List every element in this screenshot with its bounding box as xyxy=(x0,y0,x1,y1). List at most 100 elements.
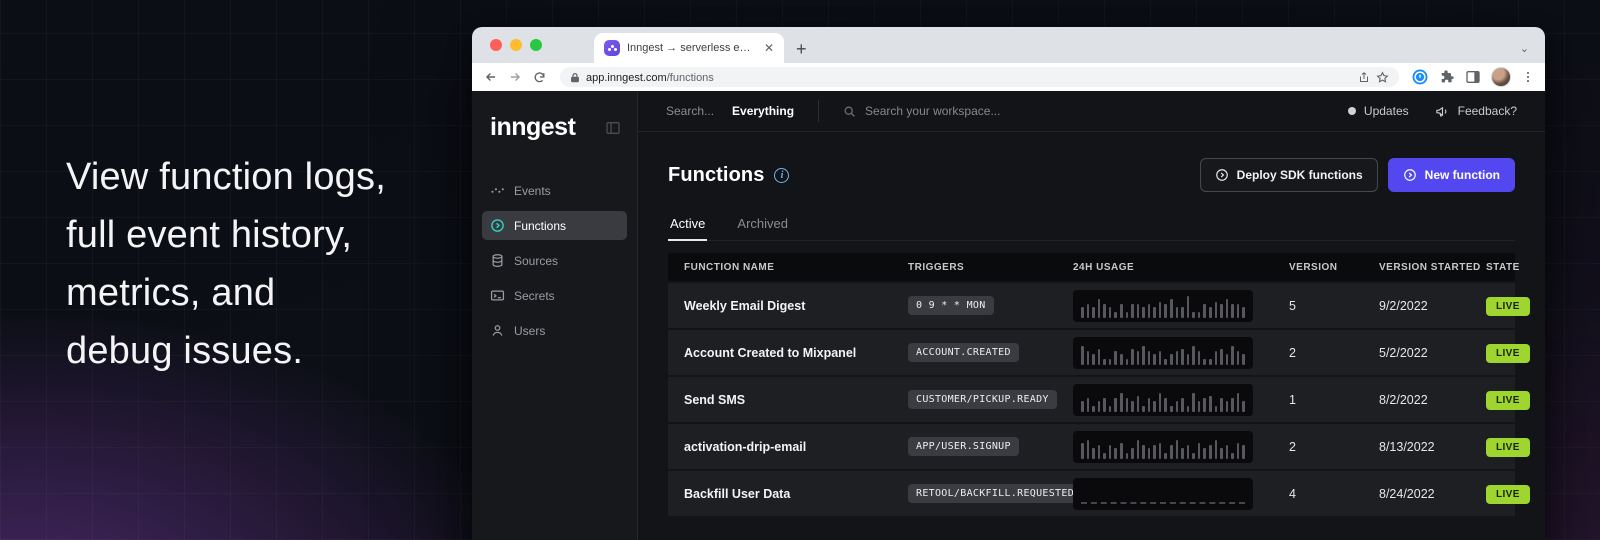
kebab-menu-icon[interactable] xyxy=(1521,70,1535,84)
state-badge: LIVE xyxy=(1486,344,1530,363)
function-name: activation-drip-email xyxy=(684,440,908,454)
version-started-date: 9/2/2022 xyxy=(1379,299,1486,313)
column-header: 24H USAGE xyxy=(1073,262,1289,273)
sidebar-item-secrets[interactable]: Secrets xyxy=(482,281,627,310)
lock-icon xyxy=(570,72,580,83)
column-header: FUNCTION NAME xyxy=(684,262,908,273)
bookmark-star-icon[interactable] xyxy=(1376,71,1389,84)
hero-line: full event history, xyxy=(66,206,386,264)
inngest-app: inngest Events Functions Sources Secrets Use… xyxy=(472,91,1545,540)
table-row[interactable]: Weekly Email Digest 0 9 * * MON 5 9/2/20… xyxy=(668,283,1515,328)
functions-table: FUNCTION NAMETRIGGERS24H USAGEVERSIONVER… xyxy=(668,253,1515,516)
function-name: Send SMS xyxy=(684,393,908,407)
topbar-divider xyxy=(818,100,819,122)
deploy-button-label: Deploy SDK functions xyxy=(1237,168,1363,182)
toolbar-extensions xyxy=(1411,67,1535,87)
circle-play-icon xyxy=(1403,168,1417,182)
state-badge: LIVE xyxy=(1486,485,1530,504)
updates-button[interactable]: Updates xyxy=(1348,104,1409,118)
updates-label: Updates xyxy=(1364,104,1409,118)
minimize-window-button[interactable] xyxy=(510,39,522,51)
column-header: STATE xyxy=(1486,262,1520,273)
usage-sparkline xyxy=(1073,384,1253,416)
trigger-badge: APP/USER.SIGNUP xyxy=(908,437,1019,456)
secrets-icon xyxy=(490,288,505,303)
browser-window: Inngest → serverless event-dri ✕ + ⌄ app… xyxy=(472,27,1545,540)
table-header-row: FUNCTION NAMETRIGGERS24H USAGEVERSIONVER… xyxy=(668,253,1515,281)
browser-tab[interactable]: Inngest → serverless event-dri ✕ xyxy=(594,33,784,63)
url-bar[interactable]: app.inngest.com/functions xyxy=(560,67,1399,87)
sidebar-item-users[interactable]: Users xyxy=(482,316,627,345)
usage-sparkline xyxy=(1073,337,1253,369)
sidebar: inngest Events Functions Sources Secrets Use… xyxy=(472,91,638,540)
extensions-puzzle-icon[interactable] xyxy=(1439,69,1455,85)
sidebar-item-label: Functions xyxy=(514,219,566,233)
back-icon[interactable] xyxy=(482,68,500,86)
circle-play-icon xyxy=(1215,168,1229,182)
hero-line: debug issues. xyxy=(66,322,386,380)
tab-strip-chevron-icon[interactable]: ⌄ xyxy=(1520,42,1529,55)
trigger-badge: ACCOUNT.CREATED xyxy=(908,343,1019,362)
usage-sparkline xyxy=(1073,431,1253,463)
browser-tab-strip: Inngest → serverless event-dri ✕ + ⌄ xyxy=(472,27,1545,63)
forward-icon[interactable] xyxy=(506,68,524,86)
version-value: 2 xyxy=(1289,440,1379,454)
new-function-button[interactable]: New function xyxy=(1388,158,1515,192)
version-value: 5 xyxy=(1289,299,1379,313)
state-badge: LIVE xyxy=(1486,438,1530,457)
functions-icon xyxy=(490,218,505,233)
new-tab-button[interactable]: + xyxy=(796,40,807,58)
workspace-search-input[interactable]: Search your workspace... xyxy=(843,104,1330,118)
trigger-badge: 0 9 * * MON xyxy=(908,296,994,315)
search-shortcut-label[interactable]: Search... xyxy=(666,104,714,118)
new-function-button-label: New function xyxy=(1425,168,1500,182)
password-manager-icon[interactable] xyxy=(1411,68,1429,86)
table-row[interactable]: activation-drip-email APP/USER.SIGNUP 2 … xyxy=(668,424,1515,469)
trigger-badge: RETOOL/BACKFILL.REQUESTED xyxy=(908,484,1082,503)
sidebar-item-label: Users xyxy=(514,324,545,338)
search-icon xyxy=(843,105,856,118)
hero-text: View function logs, full event history, … xyxy=(66,148,386,380)
feedback-button[interactable]: Feedback? xyxy=(1435,104,1517,119)
share-icon[interactable] xyxy=(1358,71,1370,84)
table-row[interactable]: Send SMS CUSTOMER/PICKUP.READY 1 8/2/202… xyxy=(668,377,1515,422)
column-header: VERSION STARTED xyxy=(1379,262,1486,273)
deploy-sdk-functions-button[interactable]: Deploy SDK functions xyxy=(1200,158,1378,192)
inngest-logo: inngest xyxy=(490,113,575,142)
sidebar-item-label: Secrets xyxy=(514,289,555,303)
table-row[interactable]: Account Created to Mixpanel ACCOUNT.CREA… xyxy=(668,330,1515,375)
close-window-button[interactable] xyxy=(490,39,502,51)
trigger-badge: CUSTOMER/PICKUP.READY xyxy=(908,390,1057,409)
version-value: 1 xyxy=(1289,393,1379,407)
maximize-window-button[interactable] xyxy=(530,39,542,51)
side-panel-icon[interactable] xyxy=(1465,69,1481,85)
sidebar-collapse-icon[interactable] xyxy=(605,120,621,136)
main-area: Search... Everything Search your workspa… xyxy=(638,91,1545,540)
function-name: Backfill User Data xyxy=(684,487,908,501)
megaphone-icon xyxy=(1435,104,1450,119)
hero-line: metrics, and xyxy=(66,264,386,322)
state-badge: LIVE xyxy=(1486,297,1530,316)
page-title: Functions xyxy=(668,164,764,187)
tab-archived[interactable]: Archived xyxy=(735,216,790,240)
sidebar-nav: Events Functions Sources Secrets Users xyxy=(472,172,637,349)
reload-icon[interactable] xyxy=(530,68,548,86)
table-rows: Weekly Email Digest 0 9 * * MON 5 9/2/20… xyxy=(668,283,1515,516)
tab-active[interactable]: Active xyxy=(668,216,707,240)
search-scope-everything[interactable]: Everything xyxy=(732,104,794,118)
usage-sparkline xyxy=(1073,290,1253,322)
table-row[interactable]: Backfill User Data RETOOL/BACKFILL.REQUE… xyxy=(668,471,1515,516)
sidebar-item-functions[interactable]: Functions xyxy=(482,211,627,240)
sidebar-item-events[interactable]: Events xyxy=(482,176,627,205)
window-controls xyxy=(472,27,556,63)
sidebar-item-sources[interactable]: Sources xyxy=(482,246,627,275)
sidebar-item-label: Events xyxy=(514,184,551,198)
info-icon[interactable]: i xyxy=(774,168,789,183)
tab-title: Inngest → serverless event-dri xyxy=(627,42,755,54)
profile-avatar[interactable] xyxy=(1491,67,1511,87)
usage-sparkline xyxy=(1073,478,1253,510)
workspace-search-placeholder: Search your workspace... xyxy=(865,104,1000,118)
function-name: Weekly Email Digest xyxy=(684,299,908,313)
tab-close-icon[interactable]: ✕ xyxy=(762,41,776,55)
version-value: 2 xyxy=(1289,346,1379,360)
